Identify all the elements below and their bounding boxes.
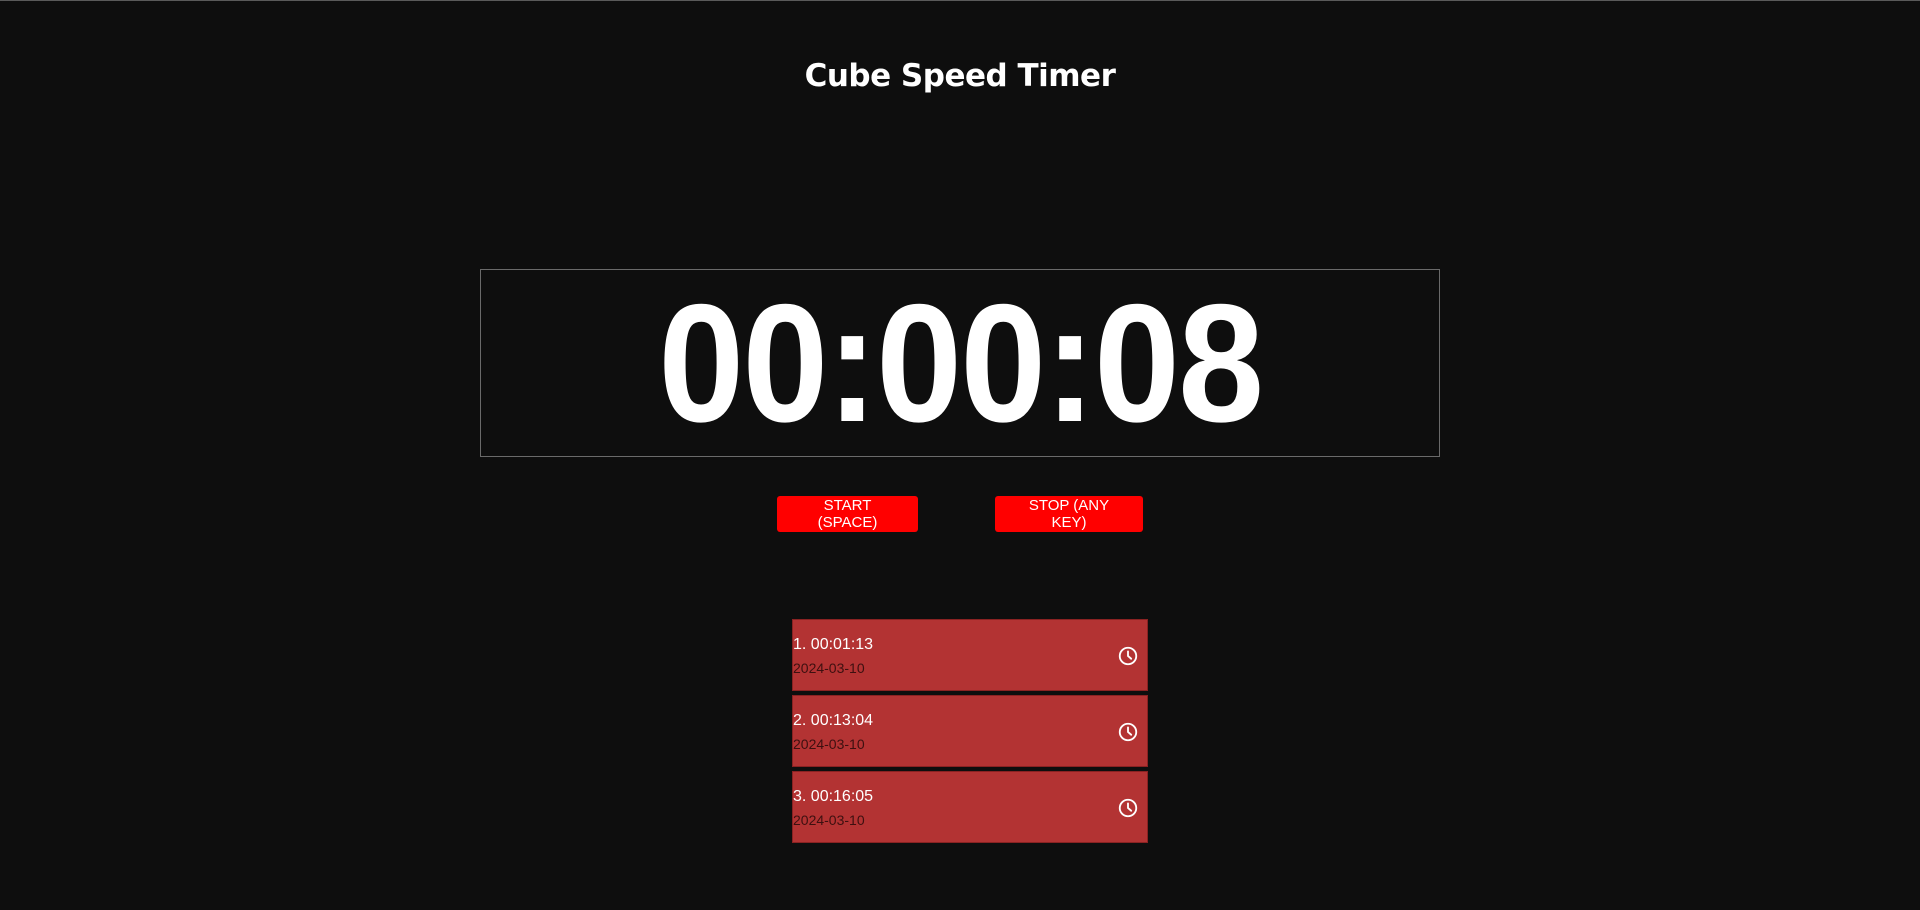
- clock-icon[interactable]: [1117, 721, 1139, 743]
- timer-value: 00:00:08: [658, 269, 1264, 457]
- history-item-time: 3. 00:16:05: [793, 788, 874, 805]
- history-item: 2. 00:13:04 2024-03-10: [792, 695, 1148, 767]
- clock-icon[interactable]: [1117, 645, 1139, 667]
- history-item-date: 2024-03-10: [793, 736, 865, 752]
- history-item: 3. 00:16:05 2024-03-10: [792, 771, 1148, 843]
- timer-display-box: 00:00:08: [480, 269, 1440, 457]
- clock-icon[interactable]: [1117, 797, 1139, 819]
- history-item: 1. 00:01:13 2024-03-10: [792, 619, 1148, 691]
- start-button[interactable]: START (SPACE): [777, 496, 918, 532]
- history-item-date: 2024-03-10: [793, 812, 865, 828]
- history-item-date: 2024-03-10: [793, 660, 865, 676]
- solve-history-list: 1. 00:01:13 2024-03-10 2. 00:13:04 2024-…: [792, 619, 1148, 847]
- history-item-time: 2. 00:13:04: [793, 712, 874, 729]
- app-page: Cube Speed Timer 00:00:08 START (SPACE) …: [0, 0, 1920, 910]
- page-title: Cube Speed Timer: [804, 58, 1116, 94]
- history-item-time: 1. 00:01:13: [793, 636, 874, 653]
- stop-button[interactable]: STOP (ANY KEY): [995, 496, 1143, 532]
